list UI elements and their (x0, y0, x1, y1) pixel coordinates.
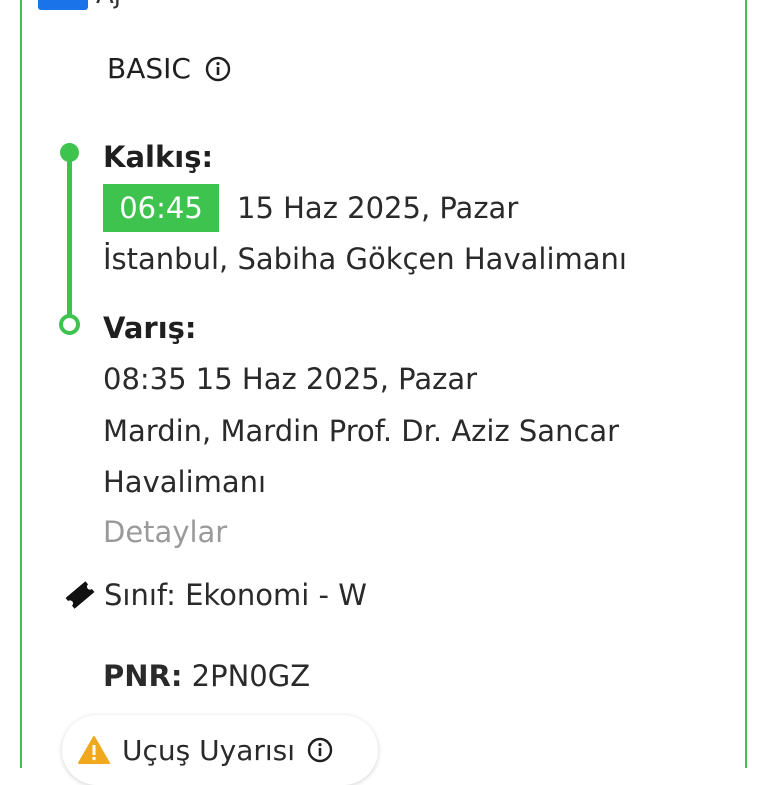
fare-type-label: BASIC (107, 52, 191, 85)
airline-logo (38, 0, 88, 10)
arrival-airport-line1: Mardin, Mardin Prof. Dr. Aziz Sancar (103, 414, 620, 448)
departure-time-badge: 06:45 (103, 184, 219, 232)
info-icon (307, 737, 333, 763)
departure-date: 15 Haz 2025, Pazar (237, 191, 519, 225)
airline-name: Aj (96, 0, 121, 10)
timeline-end-dot (59, 314, 80, 335)
pnr-row: PNR: 2PN0GZ (103, 659, 310, 693)
cabin-class-row: Sınıf: Ekonomi - W (62, 577, 367, 613)
arrival-airport-line2: Havalimanı (103, 465, 267, 499)
arrival-time-date: 08:35 15 Haz 2025, Pazar (103, 362, 478, 396)
flight-alert-button[interactable]: Uçuş Uyarısı (62, 715, 378, 785)
pnr-value: 2PN0GZ (191, 659, 311, 693)
pnr-label: PNR: (103, 659, 183, 693)
departure-airport: İstanbul, Sabiha Gökçen Havalimanı (103, 242, 627, 276)
fare-type-row: BASIC (107, 52, 231, 85)
cabin-class-text: Sınıf: Ekonomi - W (104, 578, 367, 612)
card-border-left (20, 0, 22, 768)
warning-icon (78, 736, 110, 764)
arrival-title: Varış: (103, 311, 197, 345)
card-border-right (745, 0, 747, 768)
departure-title: Kalkış: (103, 140, 214, 174)
info-icon[interactable] (205, 56, 231, 82)
flight-alert-label: Uçuş Uyarısı (122, 733, 296, 767)
details-link[interactable]: Detaylar (103, 515, 227, 549)
timeline-line (67, 158, 72, 318)
ticket-icon (65, 581, 95, 609)
